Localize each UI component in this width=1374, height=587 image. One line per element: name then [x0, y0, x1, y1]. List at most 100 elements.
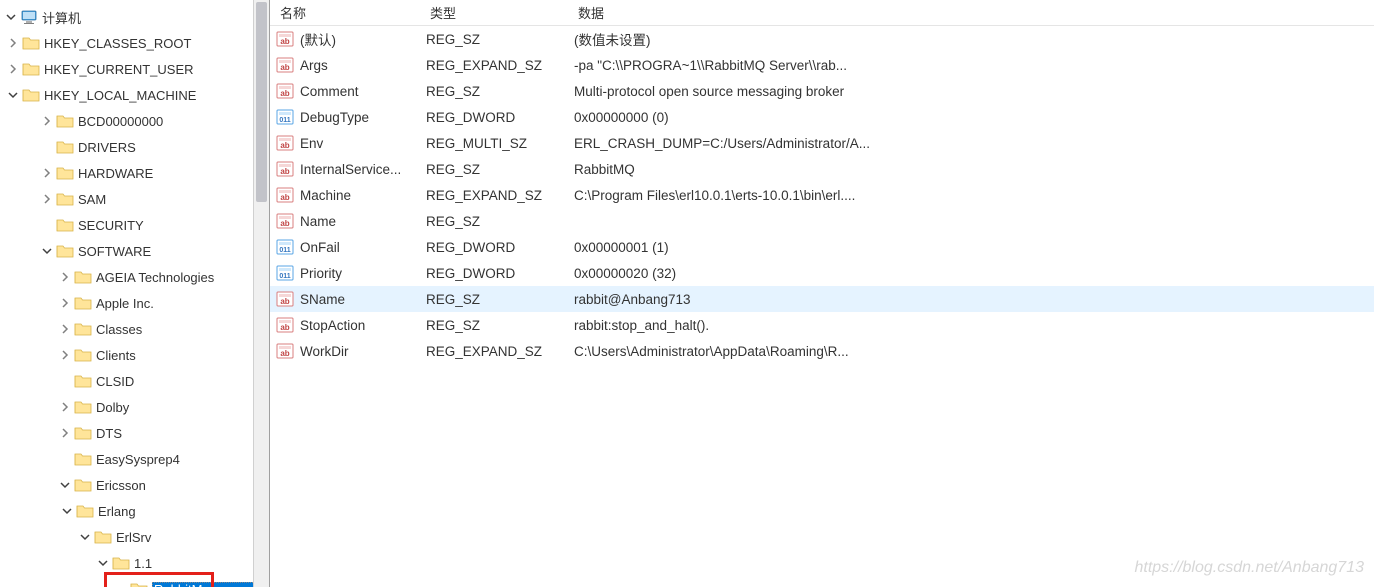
svg-text:ab: ab: [280, 89, 289, 98]
expand-toggle[interactable]: [6, 36, 20, 50]
column-header-data[interactable]: 数据: [568, 3, 1374, 22]
tree-item-label[interactable]: HARDWARE: [78, 166, 269, 181]
tree-item[interactable]: 1.1: [4, 550, 269, 576]
tree-item[interactable]: BCD00000000: [4, 108, 269, 134]
value-row[interactable]: abWorkDirREG_EXPAND_SZC:\Users\Administr…: [270, 338, 1374, 364]
tree-item[interactable]: Dolby: [4, 394, 269, 420]
tree-item[interactable]: Ericsson: [4, 472, 269, 498]
expand-toggle[interactable]: [96, 556, 110, 570]
tree-item-label[interactable]: Classes: [96, 322, 269, 337]
expand-toggle[interactable]: [60, 504, 74, 518]
folder-icon: [130, 581, 148, 587]
tree-item-label[interactable]: Clients: [96, 348, 269, 363]
tree-item[interactable]: Erlang: [4, 498, 269, 524]
folder-icon: [74, 321, 92, 337]
expand-toggle[interactable]: [58, 322, 72, 336]
expand-toggle[interactable]: [40, 166, 54, 180]
tree-item[interactable]: DRIVERS: [4, 134, 269, 160]
tree-item[interactable]: ErlSrv: [4, 524, 269, 550]
svg-text:ab: ab: [280, 297, 289, 306]
tree-item[interactable]: RabbitM: [4, 576, 269, 587]
value-type: REG_DWORD: [426, 266, 574, 281]
tree-item[interactable]: HKEY_LOCAL_MACHINE: [4, 82, 269, 108]
tree-item[interactable]: SAM: [4, 186, 269, 212]
value-row[interactable]: abMachineREG_EXPAND_SZC:\Program Files\e…: [270, 182, 1374, 208]
tree-item[interactable]: AGEIA Technologies: [4, 264, 269, 290]
tree-item-label[interactable]: Ericsson: [96, 478, 269, 493]
expand-toggle[interactable]: [6, 88, 20, 102]
list-body[interactable]: ab(默认)REG_SZ(数值未设置)abArgsREG_EXPAND_SZ -…: [270, 26, 1374, 587]
expand-toggle[interactable]: [6, 62, 20, 76]
tree-item[interactable]: HARDWARE: [4, 160, 269, 186]
expand-toggle[interactable]: [78, 530, 92, 544]
tree-item-label[interactable]: 1.1: [134, 556, 269, 571]
expand-toggle[interactable]: [58, 400, 72, 414]
column-header-name[interactable]: 名称: [270, 3, 420, 22]
tree-item[interactable]: HKEY_CLASSES_ROOT: [4, 30, 269, 56]
tree-item[interactable]: Apple Inc.: [4, 290, 269, 316]
registry-tree[interactable]: 计算机 HKEY_CLASSES_ROOT HKEY_CURRENT_USER HKE…: [4, 4, 269, 587]
tree-item-label[interactable]: Dolby: [96, 400, 269, 415]
tree-item[interactable]: Clients: [4, 342, 269, 368]
value-row[interactable]: 011PriorityREG_DWORD0x00000020 (32): [270, 260, 1374, 286]
registry-tree-panel: 计算机 HKEY_CLASSES_ROOT HKEY_CURRENT_USER HKE…: [0, 0, 270, 587]
tree-item-label[interactable]: RabbitM: [152, 582, 269, 587]
expand-toggle: [114, 582, 128, 587]
value-name: WorkDir: [300, 344, 426, 359]
tree-item[interactable]: Classes: [4, 316, 269, 342]
expand-toggle[interactable]: [58, 426, 72, 440]
value-data: Multi-protocol open source messaging bro…: [574, 84, 1374, 99]
tree-root[interactable]: 计算机: [4, 4, 269, 30]
tree-item-label[interactable]: HKEY_LOCAL_MACHINE: [44, 88, 269, 103]
tree-item-label[interactable]: DRIVERS: [78, 140, 269, 155]
tree-item-label[interactable]: BCD00000000: [78, 114, 269, 129]
svg-text:ab: ab: [280, 167, 289, 176]
expand-toggle[interactable]: [58, 270, 72, 284]
tree-item-label[interactable]: Erlang: [98, 504, 269, 519]
string-value-icon: ab: [276, 212, 294, 230]
tree-item[interactable]: CLSID: [4, 368, 269, 394]
tree-item-label[interactable]: SOFTWARE: [78, 244, 269, 259]
string-value-icon: ab: [276, 316, 294, 334]
value-type: REG_DWORD: [426, 240, 574, 255]
tree-item-label[interactable]: EasySysprep4: [96, 452, 269, 467]
value-row[interactable]: abArgsREG_EXPAND_SZ -pa "C:\\PROGRA~1\\R…: [270, 52, 1374, 78]
value-row[interactable]: 011DebugTypeREG_DWORD0x00000000 (0): [270, 104, 1374, 130]
expand-toggle[interactable]: [58, 348, 72, 362]
expand-toggle[interactable]: [40, 192, 54, 206]
value-row[interactable]: abStopActionREG_SZrabbit:stop_and_halt()…: [270, 312, 1374, 338]
value-row[interactable]: abInternalService...REG_SZRabbitMQ: [270, 156, 1374, 182]
column-header-type[interactable]: 类型: [420, 3, 568, 22]
tree-item-label[interactable]: CLSID: [96, 374, 269, 389]
tree-item[interactable]: SECURITY: [4, 212, 269, 238]
tree-item-label[interactable]: DTS: [96, 426, 269, 441]
tree-item[interactable]: DTS: [4, 420, 269, 446]
tree-item-label[interactable]: HKEY_CLASSES_ROOT: [44, 36, 269, 51]
value-row[interactable]: abNameREG_SZ: [270, 208, 1374, 234]
tree-item-label[interactable]: Apple Inc.: [96, 296, 269, 311]
value-name: InternalService...: [300, 162, 426, 177]
expand-toggle[interactable]: [58, 478, 72, 492]
tree-item-label[interactable]: ErlSrv: [116, 530, 269, 545]
value-row[interactable]: abCommentREG_SZMulti-protocol open sourc…: [270, 78, 1374, 104]
value-row[interactable]: 011OnFailREG_DWORD0x00000001 (1): [270, 234, 1374, 260]
value-row[interactable]: abEnvREG_MULTI_SZERL_CRASH_DUMP=C:/Users…: [270, 130, 1374, 156]
tree-item-label[interactable]: AGEIA Technologies: [96, 270, 269, 285]
tree-item-label[interactable]: 计算机: [42, 8, 269, 27]
tree-item[interactable]: EasySysprep4: [4, 446, 269, 472]
value-row[interactable]: abSNameREG_SZrabbit@Anbang713: [270, 286, 1374, 312]
tree-item-label[interactable]: SAM: [78, 192, 269, 207]
expand-toggle: [40, 140, 54, 154]
string-value-icon: ab: [276, 30, 294, 48]
tree-item-label[interactable]: HKEY_CURRENT_USER: [44, 62, 269, 77]
expand-toggle[interactable]: [40, 114, 54, 128]
tree-item[interactable]: SOFTWARE: [4, 238, 269, 264]
expand-toggle[interactable]: [58, 296, 72, 310]
expand-toggle[interactable]: [4, 10, 18, 24]
tree-item-label[interactable]: SECURITY: [78, 218, 269, 233]
value-row[interactable]: ab(默认)REG_SZ(数值未设置): [270, 26, 1374, 52]
tree-scrollbar[interactable]: [253, 0, 269, 587]
tree-scrollbar-thumb[interactable]: [256, 2, 267, 202]
expand-toggle[interactable]: [40, 244, 54, 258]
tree-item[interactable]: HKEY_CURRENT_USER: [4, 56, 269, 82]
